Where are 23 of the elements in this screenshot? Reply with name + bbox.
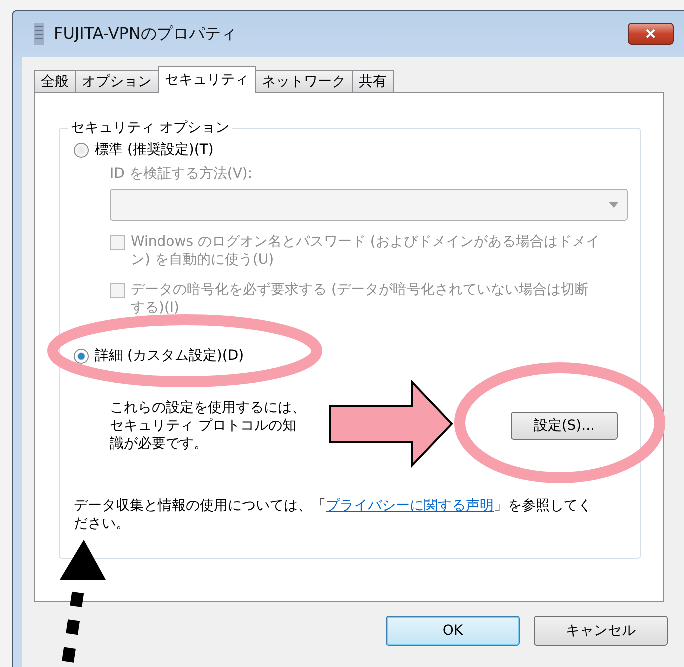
tab[interactable]: セキュリティ: [158, 66, 256, 93]
radio-label: 詳細 (カスタム設定)(D): [95, 347, 244, 365]
window-title: FUJITA-VPNのプロパティ: [54, 24, 238, 44]
tab[interactable]: ネットワーク: [255, 70, 353, 93]
close-button[interactable]: ✕: [628, 23, 674, 45]
field-label: ID を検証する方法(V):: [110, 165, 253, 183]
tab[interactable]: オプション: [75, 70, 159, 93]
settings-button[interactable]: 設定(S)...: [510, 412, 618, 440]
cancel-button[interactable]: キャンセル: [534, 616, 668, 646]
radio-button[interactable]: [74, 143, 89, 158]
tab[interactable]: 共有: [352, 70, 394, 93]
caret-icon: [609, 202, 619, 208]
radio-button[interactable]: [74, 349, 89, 364]
ok-button[interactable]: OK: [386, 616, 520, 646]
note-text: これらの設定を使用するには、セキュリティ プロトコルの知識が必要です。: [110, 399, 306, 453]
radio-label: 標準 (推奨設定)(T): [95, 141, 214, 159]
checkbox-label: Windows のログオン名とパスワード (およびドメインがある場合はドメイン) を自動的に使う(U): [131, 233, 601, 269]
privacy-text: データ収集と情報の使用については、「プライバシーに関する声明」を参照してください。: [74, 497, 593, 533]
privacy-link[interactable]: プライバシーに関する声明: [326, 498, 494, 514]
network-icon: [34, 23, 44, 45]
checkbox-label: データの暗号化を必ず要求する (データが暗号化されていない場合は切断する)(I): [131, 281, 590, 317]
tab[interactable]: 全般: [34, 70, 76, 93]
group-title: セキュリティ オプション: [70, 119, 230, 137]
